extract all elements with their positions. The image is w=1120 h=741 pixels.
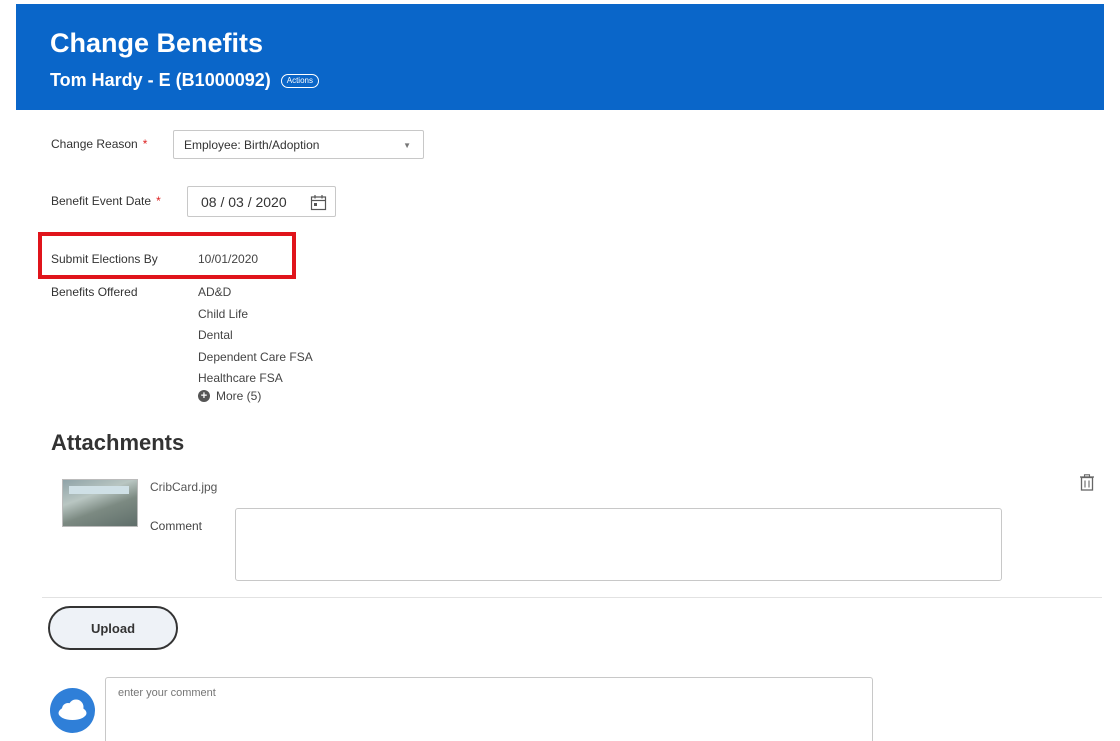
comment-label: Comment: [150, 519, 203, 533]
attachment-file-name[interactable]: CribCard.jpg: [150, 480, 217, 494]
list-item: Child Life: [198, 306, 249, 321]
required-marker: *: [156, 194, 161, 208]
change-reason-label-text: Change Reason: [51, 137, 138, 151]
actions-button[interactable]: Actions: [280, 73, 319, 88]
page-header: Change Benefits Tom Hardy - E (B1000092)…: [16, 4, 1104, 110]
list-item: AD&D: [198, 285, 232, 299]
worker-name: Tom Hardy - E (B1000092) Actions: [50, 70, 319, 91]
page-title: Change Benefits: [50, 28, 264, 58]
divider: [42, 597, 1102, 598]
list-item: Dental: [198, 328, 233, 342]
change-reason-label: Change Reason *: [51, 137, 147, 151]
event-date-value: 08 / 03 / 2020: [201, 193, 287, 210]
benefits-offered-label: Benefits Offered: [51, 285, 138, 299]
trash-icon[interactable]: [1079, 474, 1095, 496]
event-date-input[interactable]: 08 / 03 / 2020: [187, 186, 336, 217]
comment-input[interactable]: [105, 677, 873, 741]
submit-by-value: 10/01/2020: [198, 252, 259, 266]
attachment-comment-input[interactable]: [235, 508, 1002, 581]
cloud-avatar-icon: [50, 688, 95, 733]
benefits-list: AD&D Child Life Dental Dependent Care FS…: [198, 285, 313, 393]
thumbnail-detail: [69, 486, 129, 494]
plus-circle-icon: +: [198, 390, 210, 402]
event-date-label: Benefit Event Date *: [51, 194, 161, 208]
change-reason-select[interactable]: Employee: Birth/Adoption ▼: [173, 130, 424, 159]
chevron-down-icon: ▼: [403, 141, 411, 150]
worker-name-text: Tom Hardy - E (B1000092): [50, 70, 271, 90]
attachments-heading: Attachments: [51, 430, 185, 455]
change-reason-value: Employee: Birth/Adoption: [184, 137, 320, 152]
calendar-icon[interactable]: [310, 194, 327, 214]
list-item: Dependent Care FSA: [198, 349, 313, 364]
event-date-label-text: Benefit Event Date: [51, 194, 152, 208]
more-benefits-label: More (5): [216, 389, 262, 403]
attachment-thumbnail[interactable]: [62, 479, 138, 527]
required-marker: *: [142, 137, 148, 151]
upload-button[interactable]: Upload: [48, 606, 178, 650]
more-benefits-link[interactable]: + More (5): [198, 389, 261, 403]
submit-by-label: Submit Elections By: [51, 252, 158, 266]
